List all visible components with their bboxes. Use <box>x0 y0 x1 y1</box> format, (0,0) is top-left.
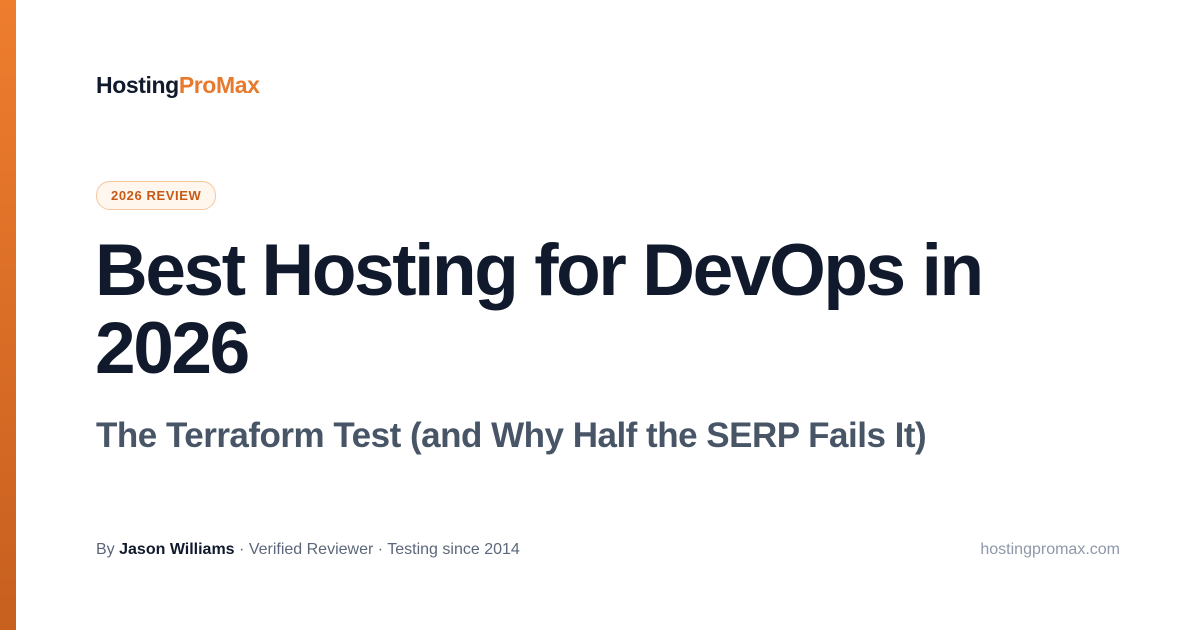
byline-author: Jason Williams <box>119 541 235 558</box>
review-badge: 2026 REVIEW <box>96 181 217 210</box>
byline-separator: · <box>239 541 245 558</box>
site-url: hostingpromax.com <box>980 541 1120 558</box>
page-title: Best Hosting for DevOps in 2026 <box>95 230 984 389</box>
brand-logo-part-promax: ProMax <box>178 72 260 98</box>
page-subtitle: The Terraform Test (and Why Half the SER… <box>96 416 927 455</box>
byline-experience: Testing since 2014 <box>387 541 520 558</box>
accent-bar <box>0 0 16 630</box>
byline-prefix: By <box>96 541 115 558</box>
byline-separator: · <box>377 541 384 558</box>
brand-logo-part-hosting: Hosting <box>96 72 179 98</box>
byline: By Jason Williams · Verified Reviewer · … <box>96 540 520 560</box>
byline-role: Verified Reviewer <box>248 541 374 558</box>
brand-logo[interactable]: HostingProMax <box>96 71 260 99</box>
